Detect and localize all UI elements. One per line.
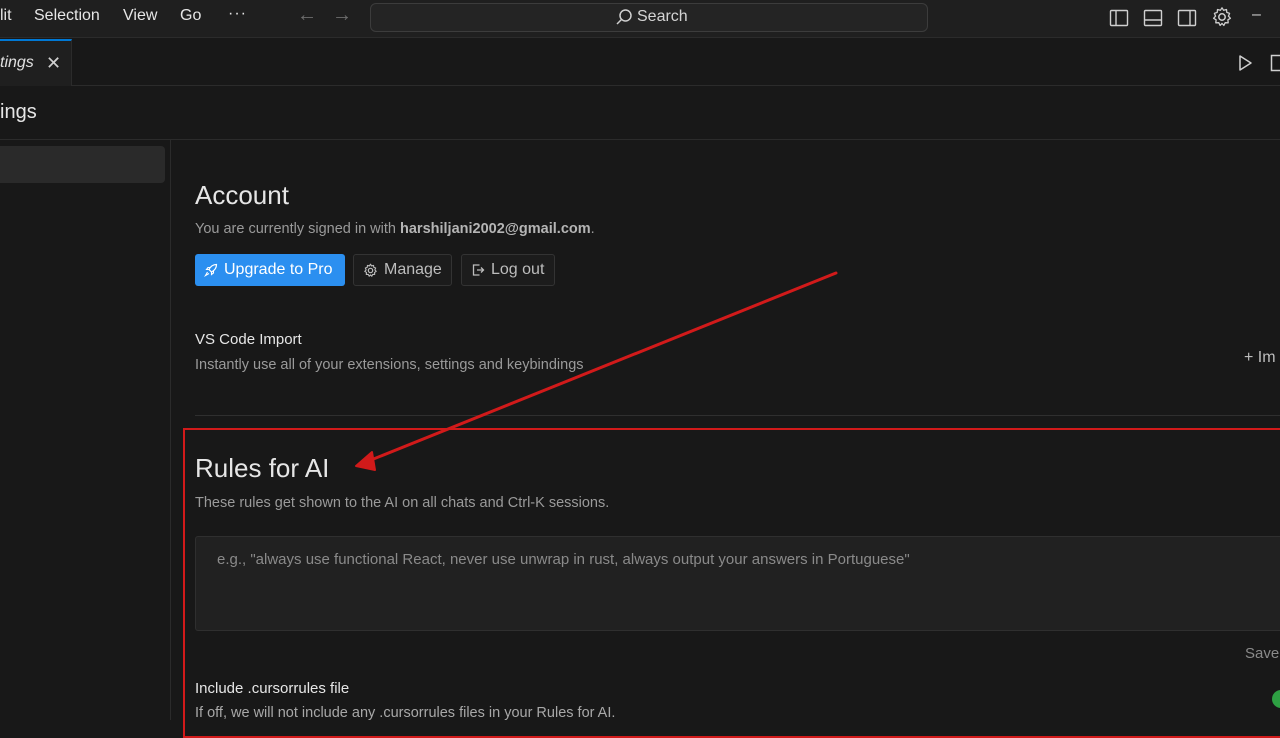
toggle-primary-sidebar-icon[interactable] <box>1109 8 1129 28</box>
upgrade-to-pro-button[interactable]: Upgrade to Pro <box>195 254 345 286</box>
search-icon <box>615 8 633 26</box>
header-divider <box>0 139 1280 140</box>
import-button[interactable]: + Im <box>1244 349 1276 367</box>
menu-more[interactable]: ··· <box>228 5 247 23</box>
manage-button[interactable]: Manage <box>353 254 452 286</box>
settings-sidebar <box>0 140 171 720</box>
sidebar-item-general[interactable] <box>0 146 165 183</box>
logout-icon <box>471 263 485 277</box>
menu-view[interactable]: View <box>123 7 157 25</box>
annotation-highlight-box <box>183 428 1280 738</box>
page-title: ings <box>0 101 37 124</box>
vscode-import-title: VS Code Import <box>195 331 302 348</box>
menu-go[interactable]: Go <box>180 7 201 25</box>
command-center-search[interactable]: Search <box>370 3 928 32</box>
signed-in-suffix: . <box>591 221 595 237</box>
account-title: Account <box>195 180 289 211</box>
upgrade-label: Upgrade to Pro <box>224 261 333 279</box>
tab-bar: tings ✕ <box>0 39 1280 86</box>
tab-settings[interactable]: tings ✕ <box>0 39 72 86</box>
manage-label: Manage <box>384 261 442 279</box>
logout-button[interactable]: Log out <box>461 254 555 286</box>
search-label: Search <box>637 8 688 26</box>
rocket-icon <box>204 263 218 277</box>
vscode-import-description: Instantly use all of your extensions, se… <box>195 357 584 373</box>
forward-arrow-icon[interactable]: → <box>332 4 352 27</box>
tab-label: tings <box>0 54 34 72</box>
account-email: harshiljani2002@gmail.com <box>400 221 591 237</box>
gear-icon <box>363 263 378 278</box>
gear-icon[interactable] <box>1211 6 1233 28</box>
minimize-button[interactable]: – <box>1252 6 1261 24</box>
close-icon[interactable]: ✕ <box>46 53 61 74</box>
section-divider <box>195 415 1280 416</box>
menu-edit[interactable]: lit <box>0 7 12 25</box>
menu-selection[interactable]: Selection <box>34 7 100 25</box>
run-icon[interactable] <box>1236 54 1254 72</box>
logout-label: Log out <box>491 261 544 279</box>
back-arrow-icon[interactable]: ← <box>297 4 317 27</box>
toggle-panel-icon[interactable] <box>1143 8 1163 28</box>
split-editor-icon[interactable] <box>1270 54 1280 72</box>
signed-in-text: You are currently signed in with harshil… <box>195 221 595 237</box>
title-bar: lit Selection View Go ··· ← → Search – <box>0 0 1280 38</box>
signed-in-prefix: You are currently signed in with <box>195 221 400 237</box>
toggle-secondary-sidebar-icon[interactable] <box>1177 8 1197 28</box>
